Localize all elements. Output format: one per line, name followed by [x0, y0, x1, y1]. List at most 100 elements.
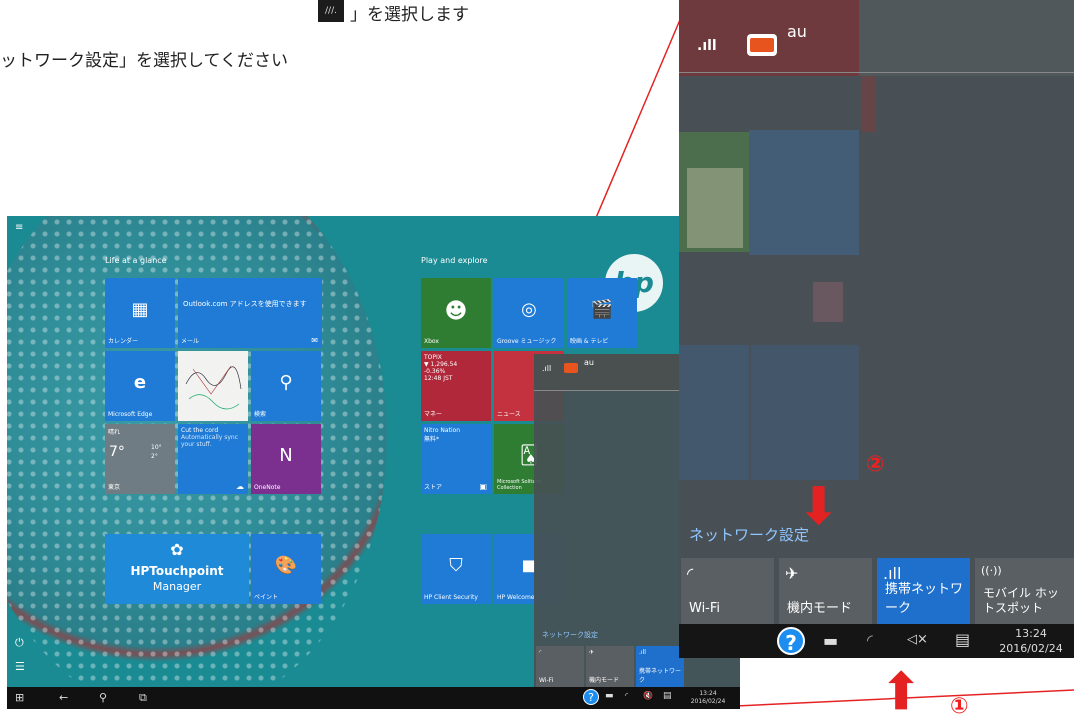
zoom-header-divider [679, 72, 1074, 73]
airplane-icon: ✈ [785, 564, 799, 583]
shield-icon: ⛉ [449, 555, 463, 576]
onenote-icon: N [279, 445, 293, 466]
all-apps-icon[interactable]: ☰ [15, 660, 25, 673]
tile-onedrive[interactable]: Cut the cord Automatically sync your stu… [178, 424, 248, 494]
small-clock-date: 2016/02/24 [690, 698, 726, 705]
tile-mail-title: Outlook.com アドレスを使用できます [183, 300, 307, 308]
tile-xbox[interactable]: ☻ Xbox [421, 278, 491, 348]
quick-action-mobile-hotspot[interactable]: ((·)) モバイル ホットスポット [975, 558, 1074, 624]
help-icon[interactable]: ? [777, 627, 805, 655]
tile-hp-client-security[interactable]: ⛉ HP Client Security [421, 534, 491, 604]
money-value: ▼ 1,296.54 [424, 361, 458, 368]
search-icon[interactable]: ⚲ [99, 691, 107, 704]
weather-high: 10° [151, 444, 162, 451]
money-time: 12:48 JST [424, 375, 453, 382]
battery-icon[interactable]: ▬ [605, 691, 614, 701]
tile-paint-label: ペイント [254, 594, 279, 601]
tile-groove-label: Groove ミュージック [497, 338, 557, 345]
tile-paint[interactable]: 🎨 ペイント [251, 534, 321, 604]
signal-icon: .ıll [542, 364, 552, 373]
blur-tile-orange [813, 282, 843, 322]
mini-quick-cellular[interactable]: .ıll 携帯ネットワーク [636, 646, 684, 687]
tile-edge[interactable]: e Microsoft Edge [105, 351, 175, 421]
mini-network-settings-link[interactable]: ネットワーク設定 [542, 630, 598, 640]
au-logo [564, 363, 578, 373]
blur-tile-cards [687, 168, 743, 248]
tile-photos[interactable] [178, 351, 248, 421]
zoom-clock-time: 13:24 [1015, 627, 1047, 640]
quick-action-cellular[interactable]: .ıll 携帯ネットワーク [877, 558, 970, 624]
task-view-icon[interactable]: ⧉ [139, 691, 147, 705]
instruction-line-1-tail: 」を選択します [350, 5, 469, 25]
cellular-icon: .ıll [639, 649, 646, 656]
quick-action-wifi[interactable]: ◜ Wi-Fi [681, 558, 774, 624]
group-label-life: Life at a glance [105, 256, 167, 265]
power-icon[interactable]: ⏻ [15, 636, 24, 650]
mini-quick-wifi[interactable]: ◜ Wi-Fi [536, 646, 584, 687]
zoom-signal-icon: .ıll [697, 38, 717, 54]
hp-touchpoint-name: HPTouchpoint [130, 564, 224, 578]
step-2-number: ② [866, 452, 885, 477]
small-clock[interactable]: 13:24 2016/02/24 [683, 690, 733, 706]
volume-muted-icon[interactable]: ◁× [907, 632, 928, 647]
battery-icon[interactable]: ▬ [823, 631, 838, 650]
hp-touchpoint-icon: ✿ [170, 540, 184, 559]
help-icon[interactable]: ? [583, 689, 599, 705]
tile-weather[interactable]: 晴れ 7° 10° 2° 東京 [105, 424, 175, 494]
step-1-arrow: ⬉ [865, 653, 939, 727]
weather-low: 2° [151, 453, 158, 460]
network-icon-inline: ///. [318, 0, 344, 22]
hotspot-icon: ((·)) [981, 564, 1002, 577]
store-bag-icon: ▣ [479, 482, 487, 491]
zoom-clock[interactable]: 13:24 2016/02/24 [991, 626, 1071, 656]
tile-mail-label: メール [181, 338, 200, 345]
back-arrow-icon[interactable]: ← [59, 691, 68, 704]
money-change: -0.36% [424, 368, 446, 375]
tile-money-label: マネー [424, 411, 443, 418]
tile-groove[interactable]: ◎ Groove ミュージック [494, 278, 564, 348]
clapper-icon: 🎬 [590, 299, 614, 320]
airplane-icon: ✈ [589, 649, 595, 656]
onedrive-icon: ☁ [236, 482, 244, 491]
blur-tile-red [861, 76, 875, 132]
tile-money[interactable]: TOPIX ▼ 1,296.54 -0.36% 12:48 JST マネー [421, 351, 491, 421]
quick-action-airplane-mode[interactable]: ✈ 機内モード [779, 558, 872, 624]
small-taskbar: ⊞ ← ⚲ ⧉ ? ▬ ◜ 🔇 ▤ 13:24 2016/02/24 [7, 687, 740, 709]
onedrive-subtitle: Automatically sync your stuff. [181, 434, 239, 448]
network-settings-link[interactable]: ネットワーク設定 [689, 524, 809, 545]
quick-action-hotspot-label: モバイル ホットスポット [983, 586, 1059, 615]
nitro-price: 無料* [424, 436, 440, 443]
mini-quick-airplane-label: 機内モード [589, 677, 620, 684]
tile-hp-touchpoint[interactable]: ✿ HPTouchpoint Manager [105, 534, 249, 604]
mini-quick-airplane[interactable]: ✈ 機内モード [586, 646, 634, 687]
tile-nitro-nation[interactable]: Nitro Nation 無料* ストア ▣ [421, 424, 491, 494]
tile-search[interactable]: ⚲ 検索 [251, 351, 321, 421]
mini-quick-wifi-label: Wi-Fi [539, 677, 554, 684]
tile-hp-welcome-label: HP Welcome [497, 594, 535, 601]
network-icon[interactable]: ◜ [867, 631, 873, 649]
windows-start-icon[interactable]: ⊞ [15, 691, 24, 704]
tile-onenote[interactable]: N OneNote [251, 424, 321, 494]
hp-touchpoint-subname: Manager [152, 580, 202, 593]
start-menu-screenshot: ≡ hp Life at a glance Play and explore ▦… [7, 216, 740, 709]
tile-store-label: ストア [424, 484, 443, 491]
nitro-title: Nitro Nation [424, 427, 461, 434]
volume-muted-icon[interactable]: 🔇 [643, 691, 653, 700]
quick-action-airplane-label: 機内モード [787, 601, 853, 616]
action-center-icon[interactable]: ▤ [663, 691, 672, 701]
hamburger-icon[interactable]: ≡ [15, 222, 23, 233]
tile-mail[interactable]: Outlook.com アドレスを使用できます メール ✉ [178, 278, 322, 348]
xbox-avatar-image: ☻ [444, 299, 468, 324]
group-label-play: Play and explore [421, 256, 488, 265]
tile-calendar[interactable]: ▦ カレンダー [105, 278, 175, 348]
blur-tile-low2 [751, 345, 859, 480]
tile-edge-label: Microsoft Edge [108, 411, 153, 418]
search-icon: ⚲ [279, 372, 293, 393]
blur-tile-low [679, 345, 749, 480]
tile-movies-label: 映画 & テレビ [570, 338, 609, 345]
zoom-carrier-name: au [787, 22, 807, 41]
action-center-icon[interactable]: ▤ [955, 630, 970, 649]
network-icon[interactable]: ◜ [625, 691, 628, 700]
groove-icon: ◎ [521, 299, 537, 320]
tile-movies[interactable]: 🎬 映画 & テレビ [567, 278, 637, 348]
